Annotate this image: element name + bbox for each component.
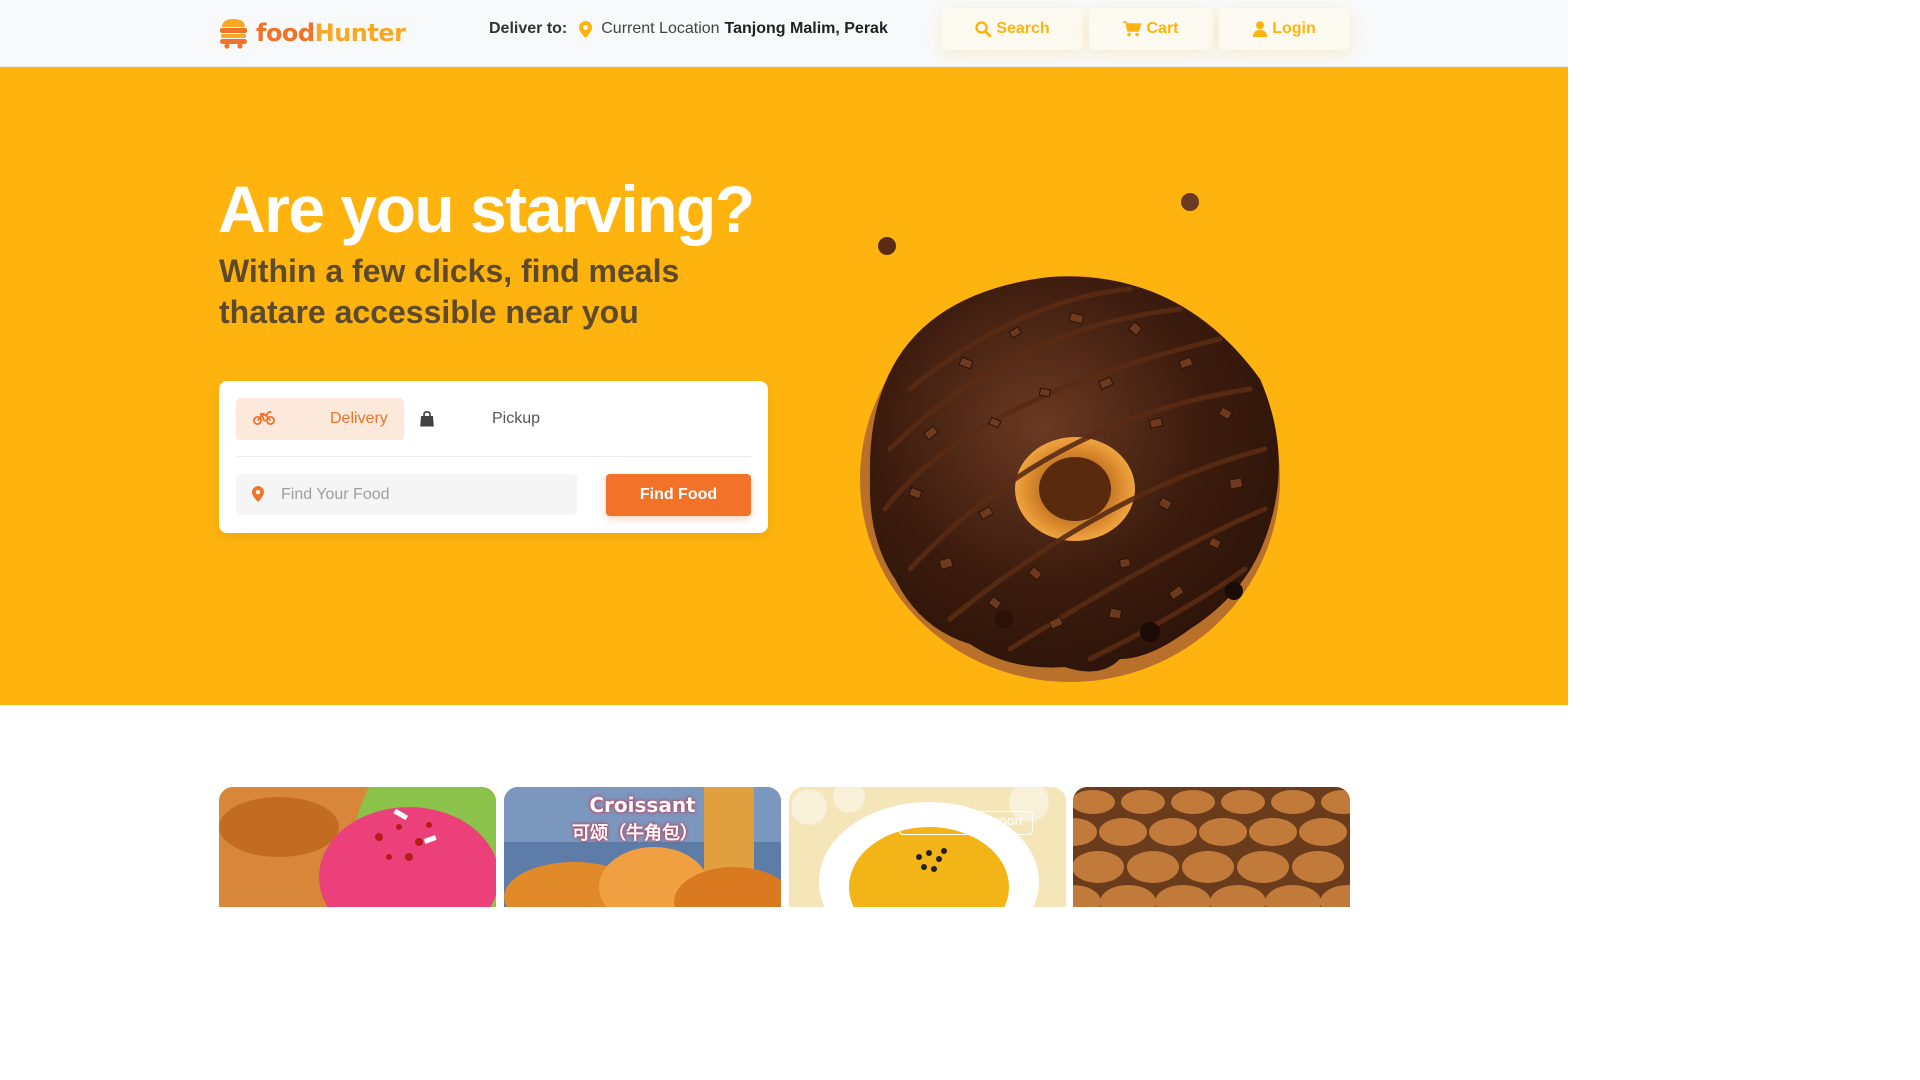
top-navbar: foodHunter Deliver to: Current Location … [0, 0, 1568, 67]
food-card-bread[interactable] [1073, 787, 1350, 907]
food-card-tart[interactable]: KEDAI ROTI SINGGIT [789, 787, 1066, 907]
donut-image [860, 193, 1280, 682]
cart-button[interactable]: Cart [1089, 8, 1213, 50]
search-button[interactable]: Search [942, 8, 1083, 50]
brand-prefix: food [256, 19, 315, 47]
hero-subtitle: Within a few clicks, find meals thatare … [219, 253, 680, 330]
hero-section: Are you starving? Within a few clicks, f… [0, 67, 1568, 705]
tab-delivery[interactable]: Delivery [236, 398, 404, 440]
burger-logo-icon [220, 19, 247, 49]
cart-button-label: Cart [1146, 20, 1179, 37]
bread-image [1073, 787, 1350, 907]
brand-suffix: Hunter [314, 19, 406, 47]
cake-image [219, 787, 496, 907]
search-icon [975, 21, 992, 37]
food-search-card: Delivery Pickup Find Food [219, 381, 768, 533]
food-search-input[interactable] [281, 474, 571, 515]
current-location-label: Current Location [601, 20, 720, 37]
bag-icon [420, 411, 434, 427]
map-pin-icon [908, 817, 916, 827]
motorbike-icon [253, 411, 275, 425]
tab-delivery-label: Delivery [330, 410, 388, 427]
map-pin-icon [579, 20, 593, 38]
brand-name: foodHunter [256, 19, 406, 47]
search-button-label: Search [996, 20, 1050, 37]
food-card-croissant[interactable]: Croissant 可颂（牛角包） [504, 787, 781, 907]
find-food-button[interactable]: Find Food [606, 474, 751, 516]
shop-location-tag: KEDAI ROTI SINGGIT [899, 811, 1033, 835]
deliver-location[interactable]: Deliver to: Current Location Tanjong Mal… [489, 20, 888, 38]
croissant-title: Croissant [589, 793, 696, 817]
deliver-label: Deliver to: [489, 20, 568, 37]
tab-pickup-label: Pickup [492, 410, 541, 427]
login-button-label: Login [1272, 20, 1316, 37]
food-card-cake[interactable] [219, 787, 496, 907]
card-divider [236, 456, 751, 457]
user-icon [1253, 21, 1268, 37]
shop-location-label: KEDAI ROTI SINGGIT [922, 817, 1024, 828]
hero-title: Are you starving? [218, 172, 755, 246]
login-button[interactable]: Login [1219, 8, 1350, 50]
tab-pickup[interactable]: Pickup [414, 398, 554, 440]
map-pin-icon [252, 486, 264, 502]
tart-image [789, 787, 1066, 907]
brand-logo[interactable]: foodHunter [219, 17, 406, 49]
croissant-subtitle: 可颂（牛角包） [572, 823, 698, 844]
current-location-city: Tanjong Malim, Perak [724, 20, 888, 37]
cart-icon [1123, 21, 1142, 37]
food-search-field [236, 474, 577, 515]
